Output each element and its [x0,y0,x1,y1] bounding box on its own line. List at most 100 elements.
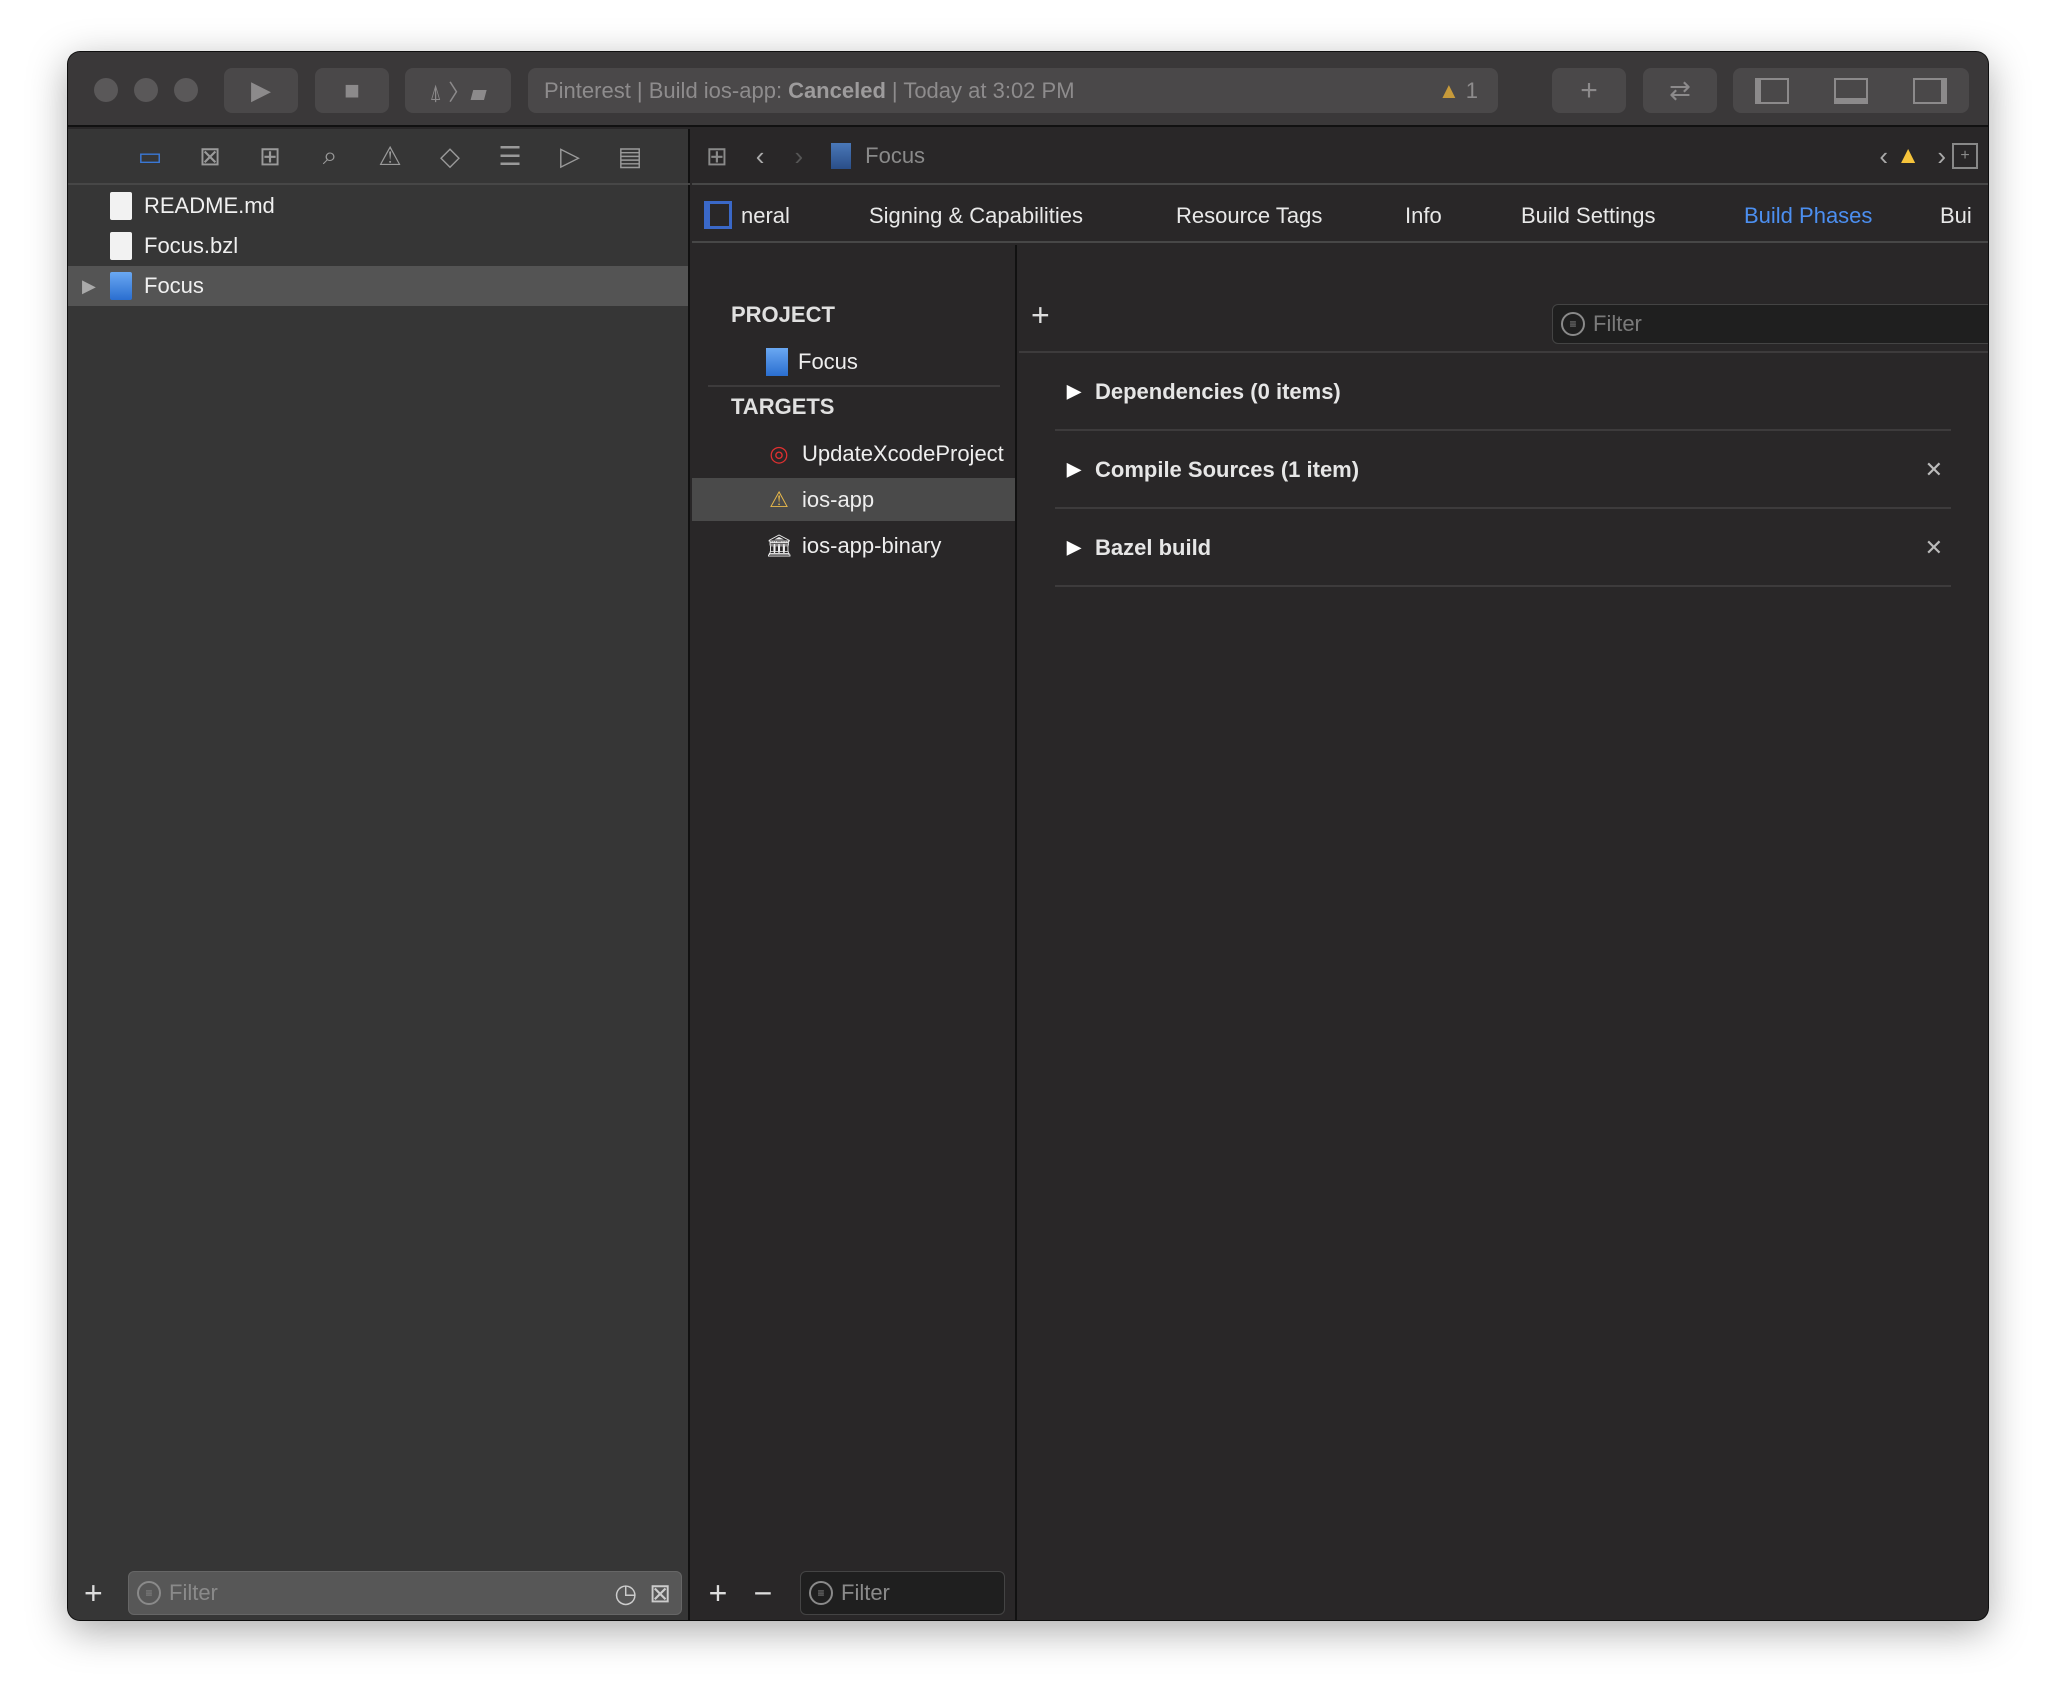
test-icon[interactable]: ◇ [420,141,480,172]
library-button[interactable]: + [1552,68,1626,113]
activity-status: Canceled [788,77,886,103]
file-row-focus-project[interactable]: ▶ Focus [68,266,688,306]
warning-count: 1 [1465,77,1478,103]
next-issue-icon[interactable]: › [1937,141,1946,172]
target-row[interactable]: ◎ UpdateXcodeProject [692,432,1015,475]
phase-compile-sources[interactable]: ▶ Compile Sources (1 item) ✕ [1055,432,1951,509]
add-target-button[interactable]: + [698,1575,738,1612]
targets-filter-input[interactable]: ≡ Filter [800,1571,1005,1615]
search-icon[interactable]: ⌕ [300,140,360,172]
previous-issue-icon[interactable]: ‹ [1879,141,1888,172]
warning-indicator[interactable]: ▲ 1 [1438,78,1478,104]
file-name: README.md [144,193,275,218]
app-target-icon: ⚠ [769,486,789,512]
breadcrumb[interactable]: Focus [865,143,925,169]
debug-icon[interactable]: ☰ [480,141,540,172]
report-icon[interactable]: ▤ [600,141,660,172]
project-navigator: ▭ ⊠ ⊞ ⌕ ⚠ ◇ ☰ ▷ ▤ README.md Focus.bzl ▶ … [68,129,690,1620]
tab-resource-tags[interactable]: Resource Tags [1176,203,1322,229]
target-name: UpdateXcodeProject [802,440,1004,466]
hierarchy-icon[interactable]: ⊞ [240,141,300,172]
warning-icon[interactable]: ▲ [1896,142,1920,170]
editor-tab-bar: neral Signing & Capabilities Resource Ta… [692,187,1988,243]
add-icon: + [1580,73,1598,107]
filter-placeholder: Filter [841,1580,890,1605]
forward-icon[interactable]: › [794,141,803,172]
disclosure-triangle-icon[interactable]: ▶ [1055,537,1095,558]
disclosure-triangle-icon[interactable]: ▶ [82,276,110,297]
folder-icon[interactable]: ▭ [120,141,180,172]
target-row[interactable]: 🏛 ios-app-binary [692,524,1015,567]
phase-bazel-build[interactable]: ▶ Bazel build ✕ [1055,510,1951,587]
scheme-selector[interactable]: ⍋ 〉▰ [405,68,511,113]
source-control-icon[interactable]: ⊠ [180,141,240,172]
activity-view[interactable]: Pinterest | Build ios-app: Canceled | To… [528,68,1498,113]
targets-filter-bar: + − ≡ Filter [698,1571,1010,1615]
xcode-window: ▶ ■ ⍋ 〉▰ Pinterest | Build ios-app: Canc… [68,52,1988,1620]
jump-bar: ⊞ ‹ › Focus ‹ ▲ › + [692,129,1988,185]
navigator-filter-bar: + ≡ Filter ◷ ⊠ [84,1571,684,1615]
tab-general[interactable]: neral [741,203,790,229]
debug-panel-icon[interactable] [1833,77,1868,104]
warning-icon[interactable]: ⚠ [360,141,420,172]
filter-placeholder: Filter [169,1580,218,1605]
file-row-focus-bzl[interactable]: Focus.bzl [68,226,688,266]
hide-targets-icon[interactable] [704,201,732,229]
tab-build-settings[interactable]: Build Settings [1521,203,1656,229]
disclosure-triangle-icon[interactable]: ▶ [1055,459,1095,480]
add-file-button[interactable]: + [84,1575,128,1612]
minimize-window-button[interactable] [134,78,158,102]
phase-title: Compile Sources (1 item) [1095,456,1360,482]
filter-icon: ≡ [137,1581,161,1605]
play-icon: ▶ [251,75,271,105]
phase-dependencies[interactable]: ▶ Dependencies (0 items) [1055,354,1951,431]
navigator-panel-icon[interactable] [1755,77,1790,104]
toolbar: ▶ ■ ⍋ 〉▰ Pinterest | Build ios-app: Canc… [68,52,1988,127]
phase-title: Dependencies (0 items) [1095,378,1341,404]
tab-build-phases[interactable]: Build Phases [1744,203,1872,229]
activity-suffix: | Today at 3:02 PM [891,77,1075,103]
disclosure-triangle-icon[interactable]: ▶ [1055,381,1095,402]
targets-header: TARGETS [731,394,835,419]
source-control-filter-icon[interactable]: ⊠ [649,1578,671,1609]
add-editor-icon[interactable]: + [1952,143,1978,169]
filter-icon: ≡ [1561,312,1585,336]
file-icon [110,232,132,260]
add-build-phase-button[interactable]: + [1031,297,1050,334]
related-items-icon[interactable]: ⊞ [706,141,728,172]
tab-build-rules[interactable]: Bui [1940,203,1972,229]
target-name: ios-app [802,486,875,512]
target-row-selected[interactable]: ⚠ ios-app [692,478,1015,521]
back-icon[interactable]: ‹ [756,141,765,172]
scheme-icon: ⍋ 〉▰ [428,79,488,105]
project-row[interactable]: Focus [692,340,1015,383]
recent-files-icon[interactable]: ◷ [614,1578,637,1609]
xcode-project-icon [110,272,132,300]
phase-title: Bazel build [1095,534,1212,560]
remove-target-button[interactable]: − [738,1575,788,1612]
tab-signing-capabilities[interactable]: Signing & Capabilities [869,203,1083,229]
zoom-window-button[interactable] [174,78,198,102]
navigator-filter-input[interactable]: ≡ Filter ◷ ⊠ [128,1571,682,1615]
delete-phase-icon[interactable]: ✕ [1925,535,1943,561]
markdown-file-icon [110,192,132,220]
build-phases-filter-input[interactable]: ≡ Filter [1552,304,1988,344]
stop-icon: ■ [344,75,360,105]
targets-list: PROJECT Focus TARGETS ◎ UpdateXcodeProje… [692,245,1017,1620]
breakpoint-icon[interactable]: ▷ [540,141,600,172]
panel-toggles [1733,68,1969,113]
file-row-readme[interactable]: README.md [68,186,688,226]
activity-prefix: Pinterest | Build ios-app: [544,77,783,103]
inspector-panel-icon[interactable] [1912,77,1947,104]
run-button[interactable]: ▶ [224,68,298,113]
navigator-selector-bar: ▭ ⊠ ⊞ ⌕ ⚠ ◇ ☰ ▷ ▤ [68,129,690,185]
divider [708,385,1000,387]
target-icon: ◎ [769,440,789,466]
close-window-button[interactable] [94,78,118,102]
tab-info[interactable]: Info [1405,203,1442,229]
stop-button[interactable]: ■ [315,68,389,113]
divider [1019,351,1988,353]
delete-phase-icon[interactable]: ✕ [1925,457,1943,483]
file-name: Focus [144,273,204,298]
code-review-button[interactable]: ⇄ [1643,68,1717,113]
